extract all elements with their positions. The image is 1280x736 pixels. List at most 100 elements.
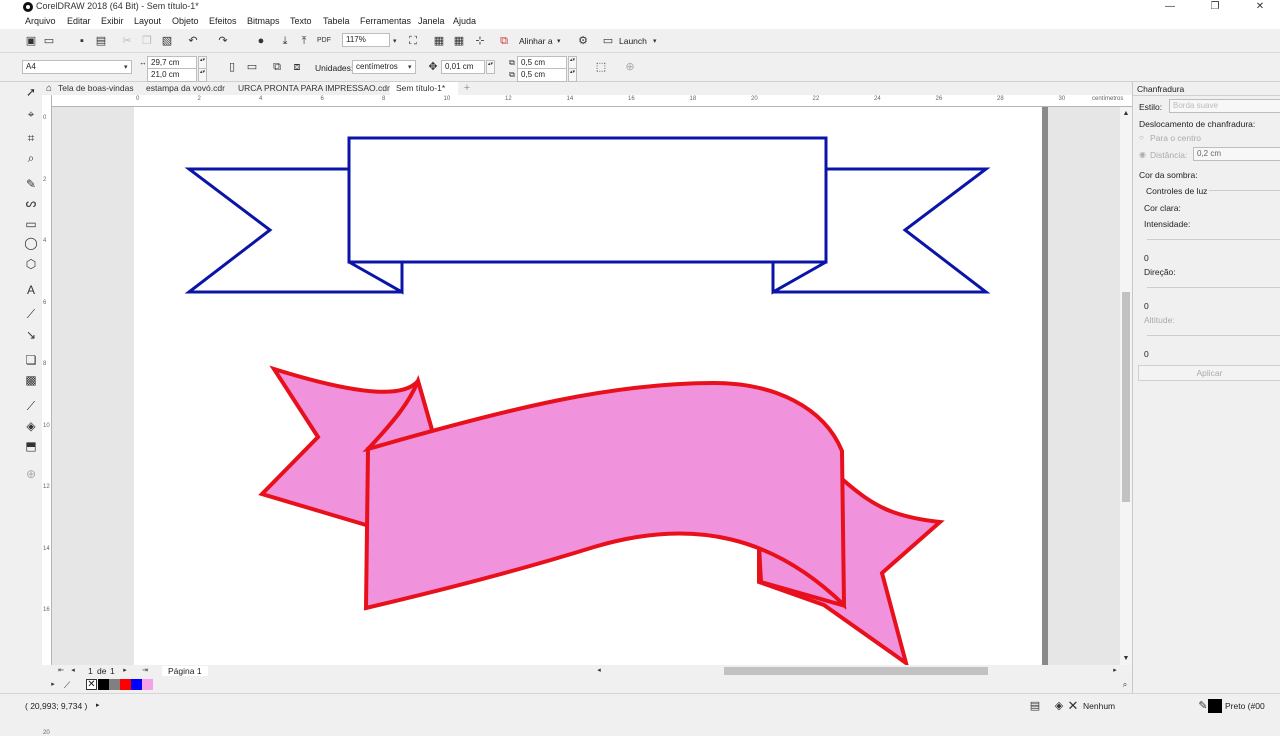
nudge-distance-field[interactable]: 0,01 cm [441,60,485,74]
undo-icon[interactable]: ↶ [186,34,200,48]
zoom-dropdown-arrow-icon[interactable]: ▾ [393,37,397,45]
full-screen-icon[interactable]: ⛶ [406,34,420,48]
polygon-tool-icon[interactable]: ⬡ [23,256,39,272]
drawing-canvas[interactable] [52,107,1120,665]
freehand-tool-icon[interactable]: ✎ [23,176,39,192]
eyedropper-icon[interactable]: ⟋ [23,398,39,414]
dup-y-spinner[interactable]: ▴▾ [568,68,577,82]
show-rulers-icon[interactable]: ▦ [432,34,446,48]
menu-ferramentas[interactable]: Ferramentas [360,16,411,26]
height-spinner[interactable]: ▴▾ [198,68,207,82]
snap-to-icon[interactable]: ⧉ [497,34,511,48]
quick-customize-icon[interactable]: ⊕ [623,60,637,74]
palette-swatch[interactable] [98,679,109,690]
artistic-media-icon[interactable]: ᔕ [23,195,39,211]
rectangle-tool-icon[interactable]: ▭ [23,216,39,232]
to-center-radio-icon[interactable]: ○ [1139,133,1144,142]
maximize-button[interactable]: ❐ [1195,0,1235,14]
palette-swatch[interactable] [142,679,153,690]
horizontal-scrollbar[interactable]: ◂ ▸ [42,665,1132,677]
menu-exibir[interactable]: Exibir [101,16,124,26]
interactive-fill-icon[interactable]: ◈ [23,418,39,434]
vertical-scroll-thumb[interactable] [1122,292,1130,502]
menu-bitmaps[interactable]: Bitmaps [247,16,280,26]
smart-fill-icon[interactable]: ⬒ [23,438,39,454]
palette-swatch[interactable] [109,679,120,690]
cut-icon[interactable]: ✂ [120,34,134,48]
scroll-left-arrow-icon[interactable]: ◂ [592,664,606,678]
menu-tabela[interactable]: Tabela [323,16,350,26]
redo-icon[interactable]: ↷ [216,34,230,48]
blue-banner[interactable] [184,136,991,295]
no-color-swatch[interactable]: ✕ [86,679,97,690]
new-tab-icon[interactable]: + [460,81,474,95]
current-page-icon[interactable]: ⧈ [290,60,304,74]
save-icon[interactable]: ▪ [75,34,89,48]
menu-ajuda[interactable]: Ajuda [453,16,476,26]
fill-bucket-icon[interactable]: ◈ [1052,699,1066,713]
publish-pdf-icon[interactable]: PDF [317,34,331,48]
text-tool-icon[interactable]: A [23,282,39,298]
menu-arquivo[interactable]: Arquivo [25,16,56,26]
direction-slider[interactable] [1147,280,1280,288]
print-icon[interactable]: ▤ [94,34,108,48]
distance-radio-icon[interactable]: ◉ [1139,150,1146,159]
palette-swatch[interactable] [120,679,131,690]
apply-button[interactable]: Aplicar [1138,365,1280,381]
page-frame-icon[interactable]: ⬚ [594,60,608,74]
close-button[interactable]: ✕ [1240,0,1280,14]
fill-indicator-icon[interactable]: ▤ [1028,699,1042,713]
show-guidelines-icon[interactable]: ⊹ [473,34,487,48]
drawing-page[interactable] [134,107,1042,665]
tab-estampa[interactable]: estampa da vovó.cdr [140,82,231,95]
search-content-icon[interactable]: ● [254,34,268,48]
export-icon[interactable]: ⤒ [297,34,311,48]
menu-janela[interactable]: Janela [418,16,445,26]
duplicate-y-field[interactable]: 0,5 cm [517,68,567,82]
scroll-right-arrow-icon[interactable]: ▸ [1108,664,1122,678]
menu-editar[interactable]: Editar [67,16,91,26]
palette-menu-arrow-icon[interactable]: ▸ [46,678,60,692]
landscape-icon[interactable]: ▭ [245,60,259,74]
tab-welcome[interactable]: Tela de boas-vindas [52,82,140,95]
pink-banner[interactable] [258,365,945,665]
style-select[interactable]: Borda suave [1169,99,1280,113]
menu-objeto[interactable]: Objeto [172,16,199,26]
minimize-button[interactable]: — [1150,0,1190,14]
launch-dropdown-arrow-icon[interactable]: ▾ [653,37,657,45]
palette-swatch[interactable] [131,679,142,690]
tab-urca[interactable]: URCA PRONTA PARA IMPRESSAO.cdr* [232,82,399,95]
align-dropdown-arrow-icon[interactable]: ▾ [557,37,561,45]
parallel-dimension-icon[interactable]: ⟋ [23,306,39,322]
units-arrow-icon[interactable]: ▾ [408,63,412,71]
page-size-arrow-icon[interactable]: ▾ [124,63,128,71]
import-icon[interactable]: ⤓ [278,34,292,48]
align-to-label[interactable]: Alinhar a [519,36,553,46]
menu-efeitos[interactable]: Efeitos [209,16,237,26]
copy-icon[interactable]: ❐ [140,34,154,48]
launch-label[interactable]: Launch [619,36,647,46]
nudge-spinner[interactable]: ▴▾ [486,60,495,74]
open-folder-icon[interactable]: ▭ [42,34,56,48]
launch-icon[interactable]: ▭ [601,34,615,48]
page-height-field[interactable]: 21,0 cm [147,68,197,82]
vertical-scrollbar[interactable]: ▲ ▼ [1120,107,1132,665]
palette-scroll-icon[interactable]: ⌕ [1118,678,1132,692]
pick-tool-icon[interactable]: ➚ [23,84,39,100]
status-arrow-icon[interactable]: ▸ [96,701,100,709]
tab-sem-titulo[interactable]: Sem título-1* [390,82,458,95]
menu-layout[interactable]: Layout [134,16,161,26]
ellipse-tool-icon[interactable]: ◯ [23,235,39,251]
paste-icon[interactable]: ▧ [160,34,174,48]
crop-tool-icon[interactable]: ⌗ [23,130,39,146]
portrait-icon[interactable]: ▯ [225,60,239,74]
menu-texto[interactable]: Texto [290,16,312,26]
transparency-icon[interactable]: ▩ [23,372,39,388]
palette-eyedropper-icon[interactable]: ⟋ [60,678,74,692]
add-tool-icon[interactable]: ⊕ [23,466,39,482]
connector-tool-icon[interactable]: ↘ [23,327,39,343]
drop-shadow-icon[interactable]: ❏ [23,352,39,368]
all-pages-icon[interactable]: ⧉ [270,60,284,74]
intensity-slider[interactable] [1147,232,1280,240]
new-document-icon[interactable]: ▣ [24,34,38,48]
